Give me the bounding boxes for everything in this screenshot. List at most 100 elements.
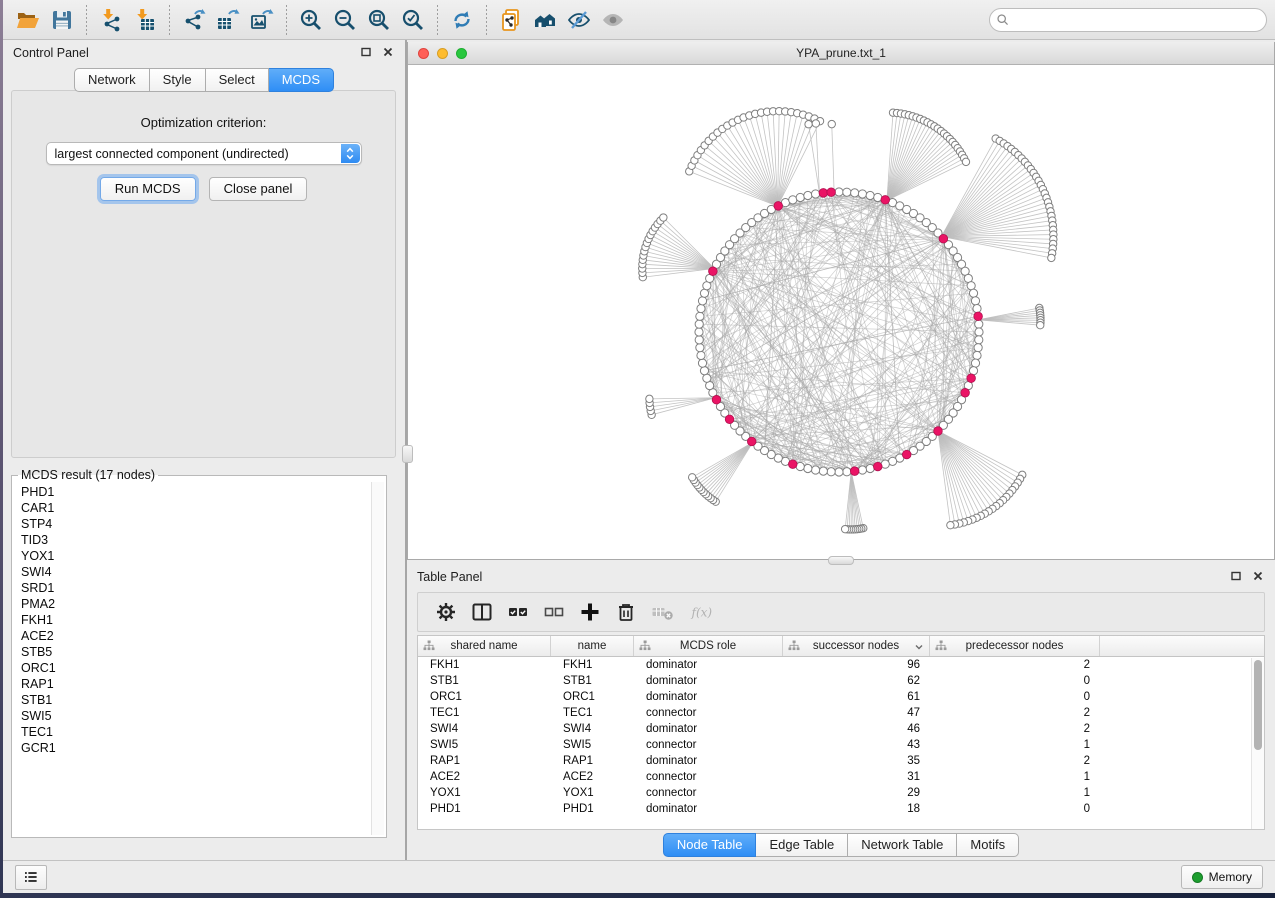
column-header-successor-nodes[interactable]: successor nodes xyxy=(783,636,930,656)
table-settings-icon[interactable] xyxy=(428,597,464,627)
mcds-result-item[interactable]: SWI4 xyxy=(21,564,384,580)
table-cell: PHD1 xyxy=(418,803,551,815)
function-builder-icon[interactable]: f(x) xyxy=(680,597,724,627)
apply-layout-icon[interactable] xyxy=(445,4,479,36)
tab-style[interactable]: Style xyxy=(150,68,206,92)
import-network-icon[interactable] xyxy=(94,4,128,36)
optimization-criterion-select[interactable]: largest connected component (undirected) xyxy=(46,142,362,165)
table-cell: RAP1 xyxy=(551,755,634,767)
table-tab-motifs[interactable]: Motifs xyxy=(957,833,1019,857)
table-row[interactable]: YOX1YOX1connector291 xyxy=(418,785,1264,801)
zoom-in-icon[interactable] xyxy=(294,4,328,36)
mcds-result-item[interactable]: SRD1 xyxy=(21,580,384,596)
network-window-titlebar[interactable]: YPA_prune.txt_1 xyxy=(408,42,1274,65)
close-traffic-light-icon[interactable] xyxy=(418,48,429,59)
mcds-result-item[interactable]: TEC1 xyxy=(21,724,384,740)
hide-graphics-details-icon[interactable] xyxy=(562,4,596,36)
table-row[interactable]: STB1STB1dominator620 xyxy=(418,673,1264,689)
minimize-traffic-light-icon[interactable] xyxy=(437,48,448,59)
column-header-predecessor-nodes[interactable]: predecessor nodes xyxy=(930,636,1100,656)
mcds-result-item[interactable]: RAP1 xyxy=(21,676,384,692)
horizontal-splitter-handle[interactable] xyxy=(828,556,854,565)
search-box[interactable] xyxy=(989,8,1267,32)
export-image-icon[interactable] xyxy=(245,4,279,36)
memory-button[interactable]: Memory xyxy=(1181,865,1263,889)
open-file-icon[interactable] xyxy=(11,4,45,36)
mcds-result-item[interactable]: STP4 xyxy=(21,516,384,532)
table-cell: 18 xyxy=(783,803,930,815)
table-tab-network-table[interactable]: Network Table xyxy=(848,833,957,857)
list-scrollbar[interactable] xyxy=(371,482,384,835)
table-row[interactable]: RAP1RAP1dominator352 xyxy=(418,753,1264,769)
column-header-name[interactable]: name xyxy=(551,636,634,656)
table-row[interactable]: SWI5SWI5connector431 xyxy=(418,737,1264,753)
import-table-icon[interactable] xyxy=(128,4,162,36)
mcds-result-item[interactable]: FKH1 xyxy=(21,612,384,628)
save-session-icon[interactable] xyxy=(45,4,79,36)
table-row[interactable]: SWI4SWI4dominator462 xyxy=(418,721,1264,737)
mcds-result-item[interactable]: GCR1 xyxy=(21,740,384,756)
vertical-splitter-handle[interactable] xyxy=(402,445,413,463)
mcds-result-item[interactable]: PHD1 xyxy=(21,484,384,500)
float-table-panel-icon[interactable] xyxy=(1229,570,1243,584)
toggle-columns-icon[interactable] xyxy=(464,597,500,627)
table-cell: SWI5 xyxy=(551,739,634,751)
mcds-result-item[interactable]: STB1 xyxy=(21,692,384,708)
delete-rows-icon[interactable] xyxy=(608,597,644,627)
selected-option: largest connected component (undirected) xyxy=(55,147,289,161)
tab-network[interactable]: Network xyxy=(74,68,150,92)
float-panel-icon[interactable] xyxy=(359,46,373,60)
mcds-result-item[interactable]: PMA2 xyxy=(21,596,384,612)
close-panel-icon[interactable] xyxy=(381,46,395,60)
table-row[interactable]: ACE2ACE2connector311 xyxy=(418,769,1264,785)
export-table-icon[interactable] xyxy=(211,4,245,36)
table-tab-node-table[interactable]: Node Table xyxy=(663,833,757,857)
select-stepper-icon[interactable] xyxy=(341,144,360,163)
mcds-result-item[interactable]: ACE2 xyxy=(21,628,384,644)
table-cell: SWI5 xyxy=(418,739,551,751)
close-table-panel-icon[interactable] xyxy=(1251,570,1265,584)
deselect-all-rows-icon[interactable] xyxy=(536,597,572,627)
column-header-shared-name[interactable]: shared name xyxy=(418,636,551,656)
export-network-icon[interactable] xyxy=(177,4,211,36)
table-cell: FKH1 xyxy=(418,659,551,671)
show-graphics-details-icon[interactable] xyxy=(596,4,630,36)
table-tabs: Node TableEdge TableNetwork TableMotifs xyxy=(407,830,1275,860)
create-column-icon[interactable] xyxy=(572,597,608,627)
table-row[interactable]: ORC1ORC1dominator610 xyxy=(418,689,1264,705)
status-bar: Memory xyxy=(3,860,1275,893)
hierarchy-icon xyxy=(788,640,800,652)
first-neighbors-icon[interactable] xyxy=(528,4,562,36)
mcds-result-item[interactable]: STB5 xyxy=(21,644,384,660)
search-input[interactable] xyxy=(989,8,1267,32)
table-scrollbar-thumb[interactable] xyxy=(1254,660,1262,750)
mcds-result-item[interactable]: CAR1 xyxy=(21,500,384,516)
zoom-out-icon[interactable] xyxy=(328,4,362,36)
table-row[interactable]: PHD1PHD1dominator180 xyxy=(418,801,1264,817)
mcds-result-item[interactable]: YOX1 xyxy=(21,548,384,564)
table-row[interactable]: TEC1TEC1connector472 xyxy=(418,705,1264,721)
column-header-mcds-role[interactable]: MCDS role xyxy=(634,636,783,656)
clone-network-icon[interactable] xyxy=(494,4,528,36)
table-scrollbar[interactable] xyxy=(1251,658,1264,829)
table-cell: 1 xyxy=(930,771,1100,783)
table-cell: RAP1 xyxy=(418,755,551,767)
close-panel-button[interactable]: Close panel xyxy=(209,177,308,201)
network-canvas[interactable] xyxy=(408,65,1274,559)
mcds-result-item[interactable]: TID3 xyxy=(21,532,384,548)
table-row[interactable]: FKH1FKH1dominator962 xyxy=(418,657,1264,673)
select-all-rows-icon[interactable] xyxy=(500,597,536,627)
delete-column-icon[interactable] xyxy=(644,597,680,627)
horizontal-splitter[interactable] xyxy=(407,560,1275,564)
table-tab-edge-table[interactable]: Edge Table xyxy=(756,833,848,857)
zoom-selected-icon[interactable] xyxy=(396,4,430,36)
tab-mcds[interactable]: MCDS xyxy=(269,68,334,92)
run-mcds-button[interactable]: Run MCDS xyxy=(100,177,196,201)
mcds-result-item[interactable]: ORC1 xyxy=(21,660,384,676)
zoom-fit-icon[interactable] xyxy=(362,4,396,36)
task-history-button[interactable] xyxy=(15,865,47,890)
tab-select[interactable]: Select xyxy=(206,68,269,92)
mcds-result-item[interactable]: SWI5 xyxy=(21,708,384,724)
mcds-result-list[interactable]: PHD1CAR1STP4TID3YOX1SWI4SRD1PMA2FKH1ACE2… xyxy=(14,482,384,835)
maximize-traffic-light-icon[interactable] xyxy=(456,48,467,59)
